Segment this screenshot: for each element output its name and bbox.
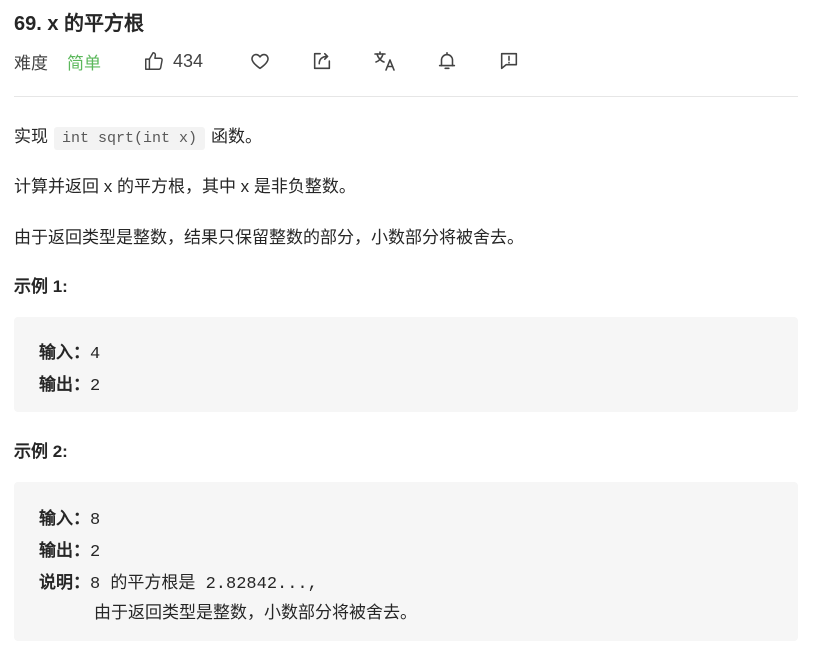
difficulty-label: 难度	[14, 53, 48, 73]
feedback-icon	[500, 52, 518, 70]
translate-icon	[374, 51, 395, 71]
like-button[interactable]: 434	[143, 46, 203, 76]
explanation-value: 8	[90, 575, 101, 594]
notification-button[interactable]	[436, 46, 458, 76]
description-text: 函数。	[211, 127, 263, 146]
thumbs-up-icon	[145, 52, 163, 70]
example-1-box: 输入：4 输出：2	[14, 317, 798, 412]
input-label: 输入：	[39, 509, 90, 528]
example-2-box: 输入：8 输出：2 说明：8 的平方根是 2.82842..., 由于返回类型是…	[14, 482, 798, 641]
explanation-text: 的平方根是	[110, 573, 196, 592]
description-paragraph-3: 由于返回类型是整数，结果只保留整数的部分，小数部分将被舍去。	[14, 228, 524, 247]
description-paragraph-1: 实现 int sqrt(int x) 函数。	[14, 122, 263, 150]
feedback-button[interactable]	[498, 46, 520, 76]
difficulty-badge: 简单	[67, 53, 101, 73]
output-value: 2	[90, 377, 101, 396]
example-1-input: 输入：4	[39, 338, 100, 364]
example-2-explanation-continued: 由于返回类型是整数，小数部分将被舍去。	[94, 603, 417, 622]
input-value: 4	[90, 345, 101, 364]
header-divider	[14, 96, 798, 97]
translate-button[interactable]	[373, 46, 397, 76]
problem-meta-bar: 难度 简单 434	[14, 46, 804, 76]
input-label: 输入：	[39, 343, 90, 362]
output-value: 2	[90, 543, 101, 562]
example-1-output: 输出：2	[39, 370, 100, 396]
example-2-explanation: 说明：8 的平方根是 2.82842...,	[39, 568, 318, 594]
heart-icon	[251, 53, 269, 70]
explanation-result: 2.82842...,	[205, 575, 318, 594]
description-text: 实现	[14, 127, 48, 146]
share-button[interactable]	[311, 46, 333, 76]
example-2-title: 示例 2:	[14, 442, 68, 461]
input-value: 8	[90, 511, 101, 530]
description-paragraph-2: 计算并返回 x 的平方根，其中 x 是非负整数。	[14, 177, 356, 196]
problem-title: 69. x 的平方根	[14, 13, 145, 35]
output-label: 输出：	[39, 375, 90, 394]
example-1-title: 示例 1:	[14, 277, 68, 296]
bell-icon	[438, 51, 456, 70]
example-2-input: 输入：8	[39, 504, 100, 530]
example-2-output: 输出：2	[39, 536, 100, 562]
like-count: 434	[173, 50, 204, 71]
explanation-label: 说明：	[39, 573, 90, 592]
favorite-button[interactable]	[249, 46, 271, 76]
inline-code: int sqrt(int x)	[54, 127, 206, 150]
output-label: 输出：	[39, 541, 90, 560]
share-icon	[313, 52, 331, 70]
